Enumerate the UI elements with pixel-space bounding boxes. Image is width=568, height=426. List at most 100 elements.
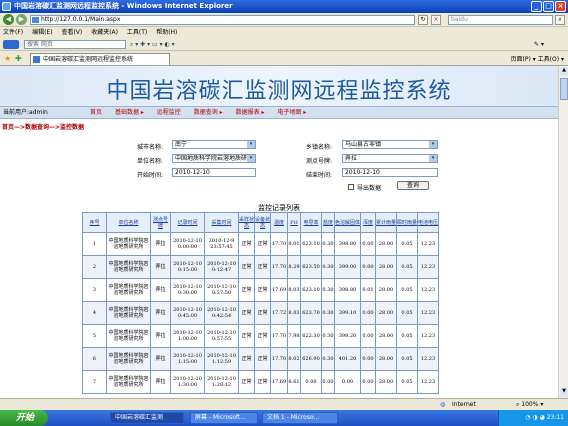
table-cell: 0.05 (396, 278, 418, 302)
start-button[interactable]: 开始 (0, 410, 48, 426)
table-body: 1 中国地质科学院岩溶地质研究所 弄拉 2010-12-10 0:00:00 2010-… (82, 232, 439, 394)
column-header[interactable]: 盐度 (321, 212, 335, 233)
menu-view[interactable]: 查看(V) (61, 29, 82, 36)
column-header[interactable]: 设备状态 (254, 212, 271, 233)
column-header[interactable]: 累计雨量 (375, 212, 397, 233)
maximize-button[interactable]: □ (543, 1, 554, 12)
table-cell: 2010-12-10 1:15:00 (170, 347, 205, 371)
task-ie[interactable]: 中国岩溶碳汇监测 (110, 412, 184, 424)
export-checkbox[interactable] (348, 184, 354, 190)
table-cell: 8.61 (287, 370, 301, 394)
table-cell: 0.01 (360, 278, 376, 302)
unit-label: 单位名称: (137, 158, 164, 165)
nav-remote-monitor[interactable]: 远程监控 (157, 109, 181, 116)
table-cell: 中国地质科学院岩溶地质研究所 (106, 370, 151, 394)
menu-help[interactable]: 帮助(H) (156, 29, 177, 36)
menu-tools[interactable]: 工具(T) (127, 29, 147, 36)
column-header[interactable]: 单位名称 (106, 212, 151, 233)
table-cell: 7.98 (287, 324, 301, 348)
table-cell: 正常 (254, 324, 271, 348)
column-header[interactable]: 采集时间 (204, 212, 239, 233)
table-cell: 2010-12-9 23:57:45 (204, 232, 239, 256)
table-cell: 12.23 (417, 278, 439, 302)
table-cell: 12.23 (417, 347, 439, 371)
nav-home[interactable]: 首页 (90, 109, 102, 116)
table-cell: 28.00 (375, 347, 397, 371)
scroll-up-icon[interactable]: ▲ (560, 67, 568, 76)
table-cell: 中国地质科学院岩溶地质研究所 (106, 347, 151, 371)
table-cell: 12.23 (417, 324, 439, 348)
toolbar-icons[interactable]: ⌕ ▾ ✚ ▾ ▭ ▾ ◐ ▾ (130, 40, 190, 49)
table-cell: 8.03 (287, 278, 301, 302)
column-header[interactable]: 色溶解固体 (334, 212, 361, 233)
table-cell: 0.00 (321, 370, 335, 394)
toolbar-settings-icon[interactable]: ✎ ▾ (534, 40, 544, 49)
nav-e-map[interactable]: 电子地图 ▸ (277, 109, 306, 116)
browser-tab[interactable]: 中国岩溶碳汇监测网远程监控系统 (30, 53, 170, 65)
nav-base-data[interactable]: 基础数据 ▸ (115, 109, 144, 116)
table-cell: 弄拉 (150, 255, 171, 279)
links-search-input[interactable]: 搜索 网页 (24, 40, 126, 49)
address-bar[interactable]: http://127.0.0.1/Main.aspx (30, 15, 415, 25)
scroll-thumb[interactable] (560, 78, 568, 100)
nav-data-report[interactable]: 数据报表 ▸ (236, 109, 265, 116)
task-document[interactable]: 文档 1 - Microso... (262, 412, 338, 424)
vertical-scrollbar[interactable]: ▲ ▼ (558, 66, 568, 398)
forward-icon[interactable]: ▶ (16, 14, 27, 25)
column-header[interactable]: 温度 (270, 212, 288, 233)
column-header[interactable]: PH (287, 212, 301, 233)
unit-select[interactable]: 中国地质科学院岩溶地质研 ▾ (172, 154, 256, 163)
table-cell: 0.05 (396, 370, 418, 394)
main-nav: 首页 基础数据 ▸ 远程监控 数据查询 ▸ 数据报表 ▸ 电子地图 ▸ (90, 107, 317, 118)
station-select[interactable]: 弄拉 ▾ (342, 154, 438, 163)
zoom-control[interactable]: ⌕ 100% ▾ (516, 399, 543, 410)
menu-file[interactable]: 文件(F) (3, 29, 23, 36)
table-cell: 正常 (254, 232, 271, 256)
query-button[interactable]: 查询 (397, 181, 429, 190)
search-provider-icon[interactable] (3, 40, 19, 49)
query-form: 城市名称: 南宁 ▾ 乡镇名称: 马山县古零镇 ▾ 单位名称: 中国地质科学院岩… (0, 140, 558, 204)
minimize-button[interactable]: _ (531, 1, 542, 12)
tray-icons[interactable]: ◔ ◑ ◕ (525, 414, 546, 421)
start-time-input[interactable]: 2010-12-10 (172, 168, 256, 177)
monitor-table: 序号 单位名称 测点号牌 记录时间 采集时间 采样状态 设备状态 温度 PH 电导率 盐度 色溶解固体… (82, 212, 439, 394)
nav-data-query[interactable]: 数据查询 ▸ (194, 109, 223, 116)
table-cell: 2010-12-10 0:00:00 (170, 232, 205, 256)
refresh-icon[interactable]: ↻ (418, 15, 428, 25)
menu-favorites[interactable]: 收藏夹(A) (91, 29, 118, 36)
start-time-label: 开始时间: (137, 172, 164, 179)
column-header[interactable]: 电导率 (300, 212, 322, 233)
table-cell: 2010-12-10 1:28:12 (204, 370, 239, 394)
city-select[interactable]: 南宁 ▾ (172, 140, 256, 149)
column-header[interactable]: 电池电压 (417, 212, 439, 233)
table-cell: 0.05 (396, 324, 418, 348)
column-header[interactable]: 瞬时雨量 (396, 212, 418, 233)
favorites-star-icon[interactable]: ★ (4, 54, 11, 63)
task-screen[interactable]: 屏幕 - Microsoft... (190, 412, 258, 424)
globe-icon: ◍ (440, 401, 446, 408)
add-favorite-icon[interactable]: ✚ (15, 54, 22, 63)
table-cell: 4 (82, 301, 107, 325)
column-header[interactable]: 记录时间 (170, 212, 205, 233)
town-select[interactable]: 马山县古零镇 ▾ (342, 140, 438, 149)
table-cell: 0.00 (360, 347, 376, 371)
table-cell: 623.50 (300, 255, 322, 279)
search-icon[interactable]: ⌕ (555, 15, 565, 25)
back-icon[interactable]: ◀ (3, 14, 14, 25)
table-cell: 17.70 (270, 324, 288, 348)
system-tray: ◔ ◑ ◕ 23:11 (498, 410, 568, 426)
page-tools-menu[interactable]: 页面(P) ▾ 工具(O) ▾ (511, 54, 564, 63)
end-time-input[interactable]: 2010-12-10 (342, 168, 438, 177)
site-banner: 中国岩溶碳汇监测网远程监控系统 (0, 66, 558, 106)
scroll-down-icon[interactable]: ▼ (560, 388, 568, 397)
search-input[interactable]: baidu (448, 15, 553, 25)
column-header[interactable]: 采样状态 (238, 212, 255, 233)
stop-icon[interactable]: × (431, 15, 441, 25)
table-cell: 28.00 (375, 278, 397, 302)
table-cell: 2010-12-10 1:30:00 (170, 370, 205, 394)
table-cell: 0.30 (321, 301, 335, 325)
column-header[interactable]: 浑度 (360, 212, 376, 233)
column-header[interactable]: 测点号牌 (150, 212, 171, 233)
close-button[interactable]: × (555, 1, 566, 12)
menu-edit[interactable]: 编辑(E) (32, 29, 52, 36)
